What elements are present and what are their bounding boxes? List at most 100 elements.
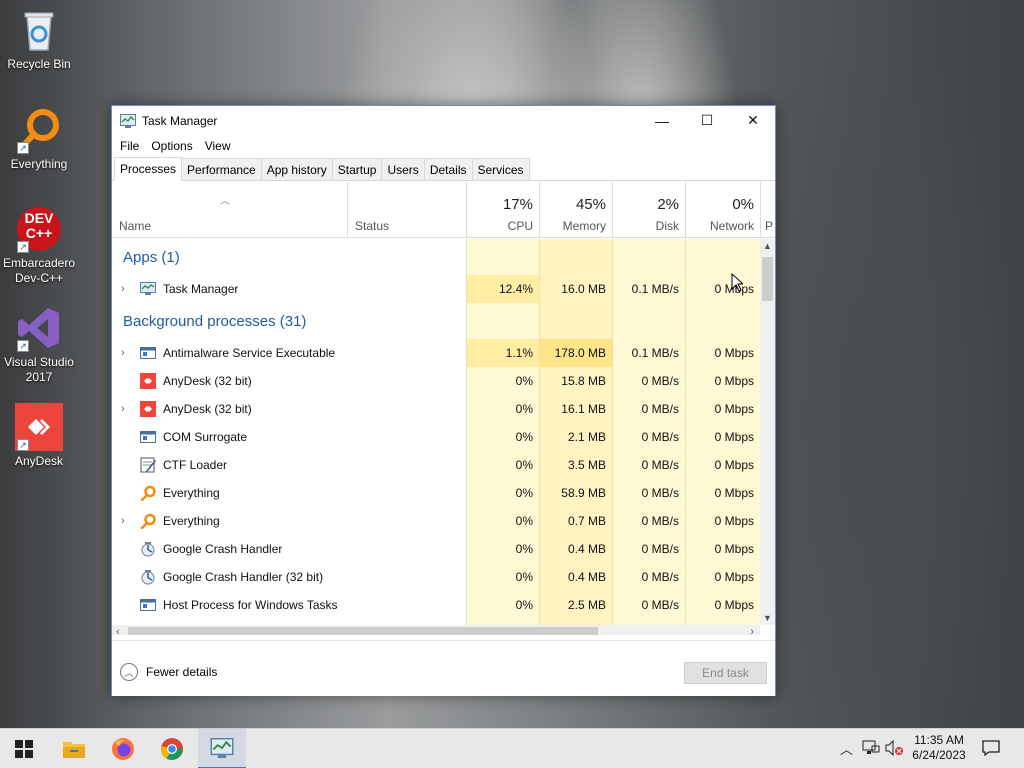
maximize-button[interactable]: ☐: [684, 106, 730, 135]
menu-options[interactable]: Options: [145, 139, 198, 153]
firefox-icon: [112, 738, 134, 760]
process-cpu: 0%: [466, 479, 539, 507]
vertical-scrollbar[interactable]: ▲ ▼: [760, 239, 775, 625]
group-header[interactable]: Background processes (31): [112, 303, 760, 339]
group-header[interactable]: Apps (1): [112, 239, 760, 275]
menu-file[interactable]: File: [114, 139, 145, 153]
tab-users[interactable]: Users: [381, 158, 425, 180]
column-network[interactable]: 0% Network: [685, 182, 760, 238]
close-button[interactable]: ✕: [730, 106, 776, 135]
devcpp-badge-bottom: C++: [25, 225, 53, 241]
network-icon[interactable]: [862, 740, 880, 756]
clock-time: 11:35 AM: [914, 733, 964, 747]
tab-services[interactable]: Services: [471, 158, 530, 180]
process-row[interactable]: AnyDesk (32 bit) 0% 15.8 MB 0 MB/s 0 Mbps: [112, 367, 760, 395]
process-disk: 0 MB/s: [612, 423, 685, 451]
title-bar[interactable]: Task Manager — ☐ ✕: [112, 106, 775, 135]
column-power-partial[interactable]: P: [760, 182, 775, 238]
minimize-button[interactable]: —: [639, 106, 685, 135]
process-row[interactable]: › AnyDesk (32 bit) 0% 16.1 MB 0 MB/s 0 Mbps: [112, 395, 760, 423]
horizontal-scroll-thumb[interactable]: [128, 627, 598, 635]
taskbar-firefox[interactable]: [99, 729, 147, 768]
column-name[interactable]: ︿ Name: [112, 182, 347, 238]
process-disk: 0 MB/s: [612, 395, 685, 423]
visual-studio-icon: ↗: [15, 304, 63, 352]
process-disk: 0 MB/s: [612, 563, 685, 591]
end-task-button[interactable]: End task: [684, 662, 767, 684]
process-network: 0 Mbps: [685, 423, 760, 451]
vertical-scroll-thumb[interactable]: [762, 257, 773, 301]
devcpp-icon: DEV C++ ↗: [15, 205, 63, 253]
process-row[interactable]: Google Crash Handler 0% 0.4 MB 0 MB/s 0 Mbps: [112, 535, 760, 563]
service-icon: [140, 431, 156, 443]
process-row[interactable]: COM Surrogate 0% 2.1 MB 0 MB/s 0 Mbps: [112, 423, 760, 451]
volume-muted-icon[interactable]: [884, 740, 904, 756]
devcpp-badge-top: DEV: [24, 210, 54, 226]
process-disk: 0 MB/s: [612, 479, 685, 507]
menu-view[interactable]: View: [199, 139, 237, 153]
desktop-icon-anydesk[interactable]: ↗ AnyDesk: [0, 403, 78, 469]
service-icon: [140, 347, 156, 359]
clock-date: 6/24/2023: [912, 748, 966, 762]
process-row[interactable]: › Antimalware Service Executable 1.1% 178.0…: [112, 339, 760, 367]
tab-strip: Processes Performance App history Startu…: [112, 157, 775, 181]
column-cpu[interactable]: 17% CPU: [466, 182, 539, 238]
tab-details[interactable]: Details: [423, 158, 473, 180]
process-row[interactable]: Google Crash Handler (32 bit) 0% 0.4 MB 0 M…: [112, 563, 760, 591]
tab-processes[interactable]: Processes: [114, 157, 183, 181]
shortcut-arrow-icon: ↗: [17, 241, 29, 253]
process-name: COM Surrogate: [163, 430, 248, 444]
expand-chevron-icon[interactable]: ›: [121, 283, 125, 295]
process-cpu: 0%: [466, 451, 539, 479]
google-crash-icon: [141, 542, 155, 557]
process-row[interactable]: Everything 0% 58.9 MB 0 MB/s 0 Mbps: [112, 479, 760, 507]
process-disk: 0.1 MB/s: [612, 275, 685, 303]
expand-chevron-icon[interactable]: ›: [121, 403, 125, 415]
group-header-label: Background processes (31): [123, 312, 307, 330]
scroll-right-icon[interactable]: ›: [750, 625, 754, 635]
process-row[interactable]: Host Process for Windows Tasks 0% 2.5 MB 0 …: [112, 591, 760, 619]
scroll-down-icon[interactable]: ▼: [760, 613, 775, 623]
taskbar-file-explorer[interactable]: [50, 729, 98, 768]
expand-chevron-icon[interactable]: ›: [121, 515, 125, 527]
process-cpu: 0%: [466, 507, 539, 535]
process-memory: 178.0 MB: [539, 339, 612, 367]
service-icon: [140, 599, 156, 611]
process-memory: 0.4 MB: [539, 535, 612, 563]
expand-chevron-icon[interactable]: ›: [121, 347, 125, 359]
taskbar-task-manager[interactable]: [198, 729, 246, 768]
chrome-icon: [161, 738, 183, 760]
notification-center-icon[interactable]: [982, 739, 1000, 757]
desktop-icon-recycle-bin[interactable]: Recycle Bin: [0, 6, 78, 72]
process-row[interactable]: › Everything 0% 0.7 MB 0 MB/s 0 Mbps: [112, 507, 760, 535]
tab-startup[interactable]: Startup: [331, 158, 383, 180]
process-disk: 0 MB/s: [612, 535, 685, 563]
column-status[interactable]: Status: [347, 182, 466, 238]
process-row[interactable]: CTF Loader 0% 3.5 MB 0 MB/s 0 Mbps: [112, 451, 760, 479]
show-hidden-icons-chevron-icon[interactable]: ︿: [840, 739, 853, 758]
tab-app-history[interactable]: App history: [260, 158, 333, 180]
column-memory[interactable]: 45% Memory: [539, 182, 612, 238]
taskbar-chrome[interactable]: [148, 729, 196, 768]
desktop-icon-everything[interactable]: ↗ Everything: [0, 106, 78, 172]
group-header-label: Apps (1): [123, 248, 180, 266]
process-cpu: 0%: [466, 367, 539, 395]
process-network: 0 Mbps: [685, 339, 760, 367]
process-memory: 15.8 MB: [539, 367, 612, 395]
process-name: AnyDesk (32 bit): [163, 374, 252, 388]
scroll-left-icon[interactable]: ‹: [116, 625, 120, 635]
taskbar-clock[interactable]: 11:35 AM 6/24/2023: [908, 733, 970, 763]
process-row[interactable]: › Task Manager 12.4% 16.0 MB 0.1 MB/s 0 Mbps: [112, 275, 760, 303]
google-crash-icon: [141, 570, 155, 585]
fewer-details-button[interactable]: ︿ Fewer details: [120, 663, 217, 681]
start-button[interactable]: [0, 729, 48, 768]
process-name: AnyDesk (32 bit): [163, 402, 252, 416]
desktop-icon-devcpp[interactable]: DEV C++ ↗ Embarcadero Dev-C++: [0, 205, 78, 286]
horizontal-scrollbar[interactable]: ‹ ›: [112, 625, 760, 635]
column-disk[interactable]: 2% Disk: [612, 182, 685, 238]
tab-performance[interactable]: Performance: [181, 158, 262, 180]
desktop-icon-visual-studio[interactable]: ↗ Visual Studio 2017: [0, 304, 78, 385]
scroll-up-icon[interactable]: ▲: [760, 241, 775, 251]
process-name: Antimalware Service Executable: [163, 346, 336, 360]
file-explorer-icon: [63, 742, 85, 758]
